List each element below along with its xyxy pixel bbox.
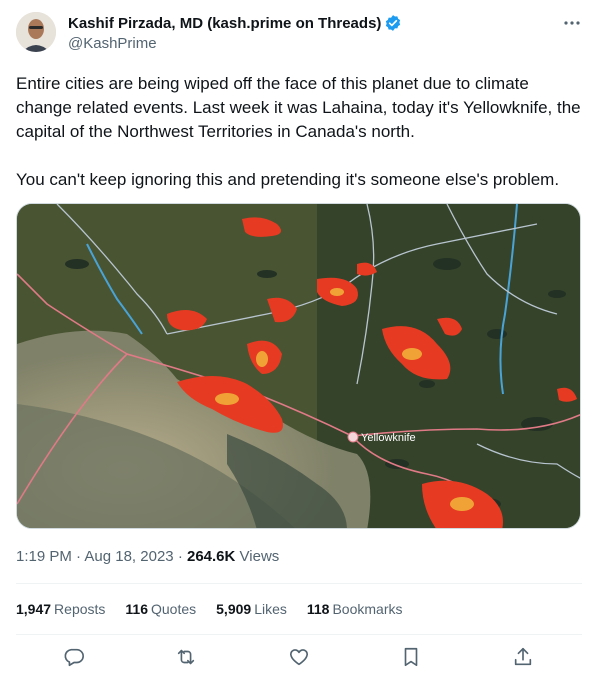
- quotes-stat[interactable]: 116 Quotes: [125, 601, 196, 617]
- tweet-date[interactable]: Aug 18, 2023: [84, 548, 173, 565]
- quotes-count: 116: [125, 601, 148, 617]
- action-bar: [0, 646, 598, 674]
- tweet-text: Entire cities are being wiped off the fa…: [16, 72, 582, 192]
- avatar[interactable]: [16, 12, 56, 52]
- like-icon[interactable]: [288, 646, 310, 668]
- divider: [16, 634, 582, 635]
- wildfire-map-image: Yellowknife: [17, 204, 580, 528]
- reposts-label: Reposts: [54, 601, 106, 617]
- reposts-count: 1,947: [16, 601, 52, 617]
- map-city-label: Yellowknife: [361, 432, 416, 444]
- tweet-paragraph: Entire cities are being wiped off the fa…: [16, 74, 581, 141]
- reply-icon[interactable]: [63, 646, 85, 668]
- meta-separator: ·: [177, 548, 183, 565]
- reposts-stat[interactable]: 1,947 Reposts: [16, 601, 105, 617]
- tweet-paragraph: You can't keep ignoring this and pretend…: [16, 170, 560, 189]
- quotes-label: Quotes: [151, 601, 197, 617]
- divider: [16, 583, 582, 584]
- author-display-name[interactable]: Kashif Pirzada, MD (kash.prime on Thread…: [68, 15, 381, 32]
- likes-label: Likes: [254, 601, 287, 617]
- bookmark-icon[interactable]: [400, 646, 422, 668]
- tweet-meta: 1:19 PM · Aug 18, 2023 · 264.6K Views: [16, 548, 279, 565]
- meta-separator: ·: [76, 548, 82, 565]
- tweet-header: Kashif Pirzada, MD (kash.prime on Thread…: [0, 0, 598, 64]
- tweet-time[interactable]: 1:19 PM: [16, 548, 72, 565]
- share-icon[interactable]: [512, 646, 534, 668]
- bookmarks-count: 118: [306, 601, 330, 617]
- author-name-row: Kashif Pirzada, MD (kash.prime on Thread…: [68, 14, 402, 32]
- likes-count: 5,909: [216, 601, 252, 617]
- tweet-stats: 1,947 Reposts 116 Quotes 5,909 Likes 118 Boo…: [16, 601, 423, 617]
- bookmarks-stat[interactable]: 118 Bookmarks: [307, 601, 403, 617]
- views-count: 264.6K: [186, 548, 236, 565]
- verified-badge-icon: [384, 14, 402, 32]
- tweet-media-map[interactable]: Yellowknife: [16, 203, 581, 529]
- repost-icon[interactable]: [175, 646, 197, 668]
- views-label: Views: [239, 548, 280, 565]
- likes-stat[interactable]: 5,909 Likes: [216, 601, 287, 617]
- author-handle[interactable]: @KashPrime: [68, 35, 157, 52]
- more-icon[interactable]: [562, 13, 582, 33]
- bookmarks-label: Bookmarks: [332, 601, 403, 617]
